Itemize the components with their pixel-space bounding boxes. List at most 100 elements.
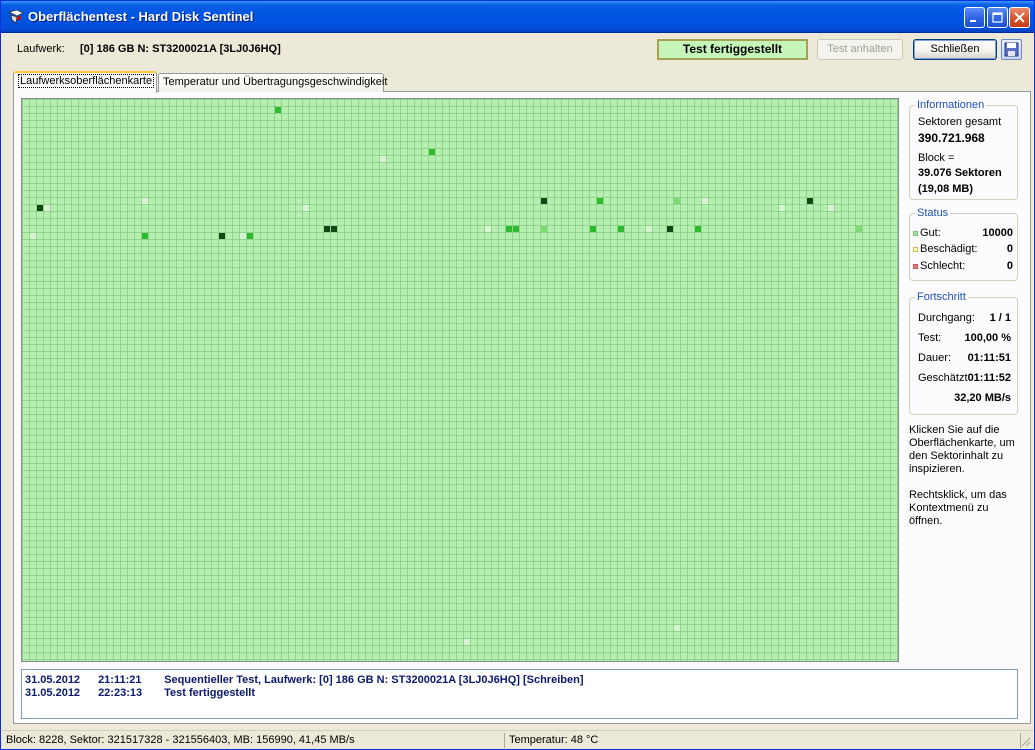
surface-block[interactable] (142, 233, 148, 239)
surface-block[interactable] (828, 205, 834, 211)
progress-group-title: Fortschritt (915, 291, 968, 303)
surface-block[interactable] (142, 198, 148, 204)
duration-label: Dauer: (918, 352, 952, 364)
total-sectors-label: Sektoren gesamt (918, 116, 1002, 128)
status-damaged-label: Beschädigt: (920, 243, 978, 255)
surface-block[interactable] (667, 226, 673, 232)
surface-block[interactable] (380, 156, 386, 162)
info-group-title: Informationen (915, 99, 987, 111)
status-damaged-row: Beschädigt: 0 (913, 243, 1013, 255)
surface-block[interactable] (590, 226, 596, 232)
resize-grip-icon[interactable] (1019, 735, 1031, 747)
surface-block[interactable] (807, 198, 813, 204)
right-click-hint-text: Rechtsklick, um das Kontextmenü zu öffne… (909, 489, 1007, 527)
surface-block[interactable] (275, 107, 281, 113)
surface-block[interactable] (856, 226, 862, 232)
surface-block[interactable] (331, 226, 337, 232)
block-size-value: (19,08 MB) (918, 183, 974, 195)
surface-block[interactable] (485, 226, 491, 232)
surface-block[interactable] (30, 233, 36, 239)
status-good-row: Gut: 10000 (913, 227, 1013, 239)
status-damaged-value: 0 (1006, 243, 1013, 255)
total-sectors-value: 390.721.968 (918, 131, 985, 145)
log-message: Test fertiggestellt (164, 687, 255, 699)
click-hint-text: Klicken Sie auf die Oberflächenkarte, um… (909, 424, 1015, 475)
close-icon (1014, 12, 1025, 23)
surface-block[interactable] (303, 205, 309, 211)
good-legend-swatch (913, 230, 918, 236)
progress-group: Fortschritt Durchgang: 1 / 1 Test: 100,0… (909, 291, 1018, 415)
damaged-legend-swatch (913, 246, 918, 252)
surface-block[interactable] (702, 198, 708, 204)
surface-block[interactable] (240, 233, 246, 239)
log-time: 22:23:13 (98, 687, 143, 699)
log-message: Sequentieller Test, Laufwerk: [0] 186 GB… (164, 674, 584, 686)
surface-block[interactable] (44, 205, 50, 211)
tab-temperature-speed[interactable]: Temperatur und Übertragungsgeschwindigke… (158, 73, 388, 92)
close-window-button[interactable] (1009, 7, 1030, 28)
statusbar-block-info: Block: 8228, Sektor: 321517328 - 3215564… (6, 734, 355, 746)
tab-surface-map[interactable]: Laufwerksoberflächenkarte (13, 71, 157, 93)
app-icon (7, 9, 24, 24)
drive-value: [0] 186 GB N: ST3200021A [3LJ0J6HQ] (80, 43, 281, 55)
surface-block[interactable] (541, 226, 547, 232)
maximize-button[interactable] (987, 7, 1008, 28)
log-date: 31.05.2012 (25, 674, 81, 686)
minimize-button[interactable] (964, 7, 985, 28)
test-progress-value: 100,00 % (964, 332, 1011, 344)
surface-block[interactable] (219, 233, 225, 239)
status-bad-row: Schlecht: 0 (913, 260, 1013, 272)
speed-value: 32,20 MB/s (954, 392, 1011, 404)
tab-temperature-speed-label: Temperatur und Übertragungsgeschwindigke… (163, 76, 388, 88)
surface-block[interactable] (674, 625, 680, 631)
drive-label: Laufwerk: (17, 43, 65, 55)
estimated-value: 01:11:52 (967, 372, 1011, 384)
surface-block[interactable] (429, 149, 435, 155)
log-entry: 31.05.2012 21:11:21 Sequentieller Test, … (25, 674, 1014, 687)
status-group-title: Status (915, 207, 951, 219)
tab-surface-map-label: Laufwerksoberflächenkarte (18, 74, 155, 88)
floppy-disk-icon (1004, 42, 1019, 57)
save-button[interactable] (1001, 39, 1022, 60)
status-group: Status Gut: 10000 Beschädigt: 0 Schlecht… (909, 207, 1018, 281)
close-button[interactable]: Schließen (913, 39, 997, 60)
log-date: 31.05.2012 (25, 687, 81, 699)
status-good-value: 10000 (982, 227, 1013, 239)
surface-block[interactable] (464, 639, 470, 645)
surface-block[interactable] (37, 205, 43, 211)
status-bad-label: Schlecht: (920, 260, 966, 272)
surface-block[interactable] (513, 226, 519, 232)
app-window: Oberflächentest - Hard Disk Sentinel Lau… (0, 0, 1035, 750)
surface-block[interactable] (247, 233, 253, 239)
surface-block[interactable] (674, 198, 680, 204)
status-bad-value: 0 (1006, 260, 1013, 272)
surface-block[interactable] (506, 226, 512, 232)
duration-value: 01:11:51 (967, 352, 1011, 364)
surface-block[interactable] (597, 198, 603, 204)
maximize-icon (992, 12, 1003, 23)
status-good-label: Gut: (920, 227, 941, 239)
surface-block[interactable] (541, 198, 547, 204)
surface-block[interactable] (779, 205, 785, 211)
pass-value: 1 / 1 (989, 312, 1011, 324)
surface-block[interactable] (695, 226, 701, 232)
estimated-label: Geschätzt: (918, 372, 968, 384)
log-entry: 31.05.2012 22:23:13 Test fertiggestellt (25, 687, 1014, 700)
pass-label: Durchgang: (918, 312, 975, 324)
test-label: Test: (918, 332, 942, 344)
surface-block[interactable] (646, 226, 652, 232)
block-label: Block = (918, 152, 955, 164)
window-title: Oberflächentest - Hard Disk Sentinel (28, 9, 254, 24)
pause-test-button[interactable]: Test anhalten (817, 39, 903, 60)
log-time: 21:11:21 (98, 674, 142, 686)
bad-legend-swatch (913, 263, 918, 269)
block-sectors-value: 39.076 Sektoren (918, 167, 1002, 179)
surface-block[interactable] (618, 226, 624, 232)
status-bar: Block: 8228, Sektor: 321517328 - 3215564… (2, 730, 1033, 749)
surface-block[interactable] (324, 226, 330, 232)
log-box[interactable]: 31.05.2012 21:11:21 Sequentieller Test, … (21, 669, 1018, 719)
title-bar[interactable]: Oberflächentest - Hard Disk Sentinel (1, 1, 1034, 33)
minimize-icon (970, 20, 976, 22)
surface-map[interactable] (21, 98, 899, 662)
statusbar-temperature: Temperatur: 48 °C (509, 734, 599, 746)
